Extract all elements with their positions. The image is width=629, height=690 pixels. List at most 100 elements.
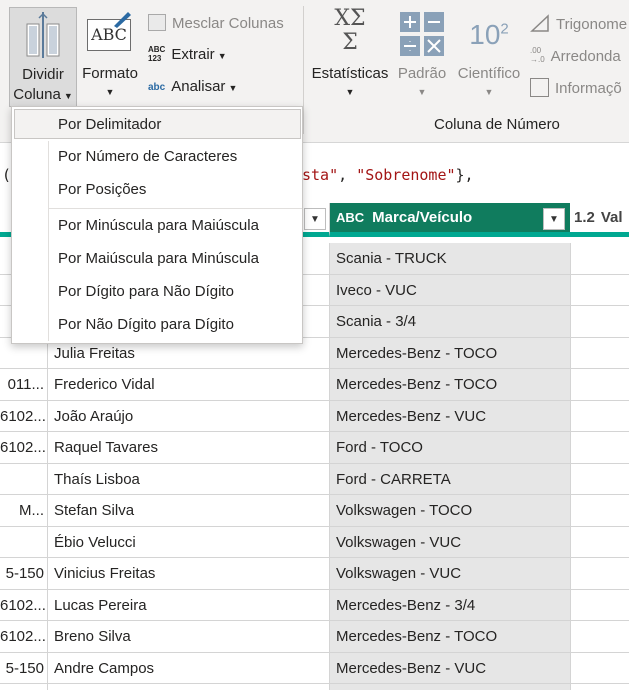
table-cell[interactable]: Mercedes-Benz - TOCO — [336, 621, 568, 652]
table-row[interactable]: Ébio Velucci Volkswagen - VUC — [0, 527, 629, 558]
table-cell[interactable]: 6102... — [0, 590, 46, 621]
table-cell[interactable]: Volkswagen - VUC — [336, 558, 568, 589]
table-cell[interactable]: Andre Campos — [54, 653, 324, 684]
rounding-button[interactable]: .00 →.0 Arredonda — [530, 46, 621, 65]
chevron-down-icon: ▼ — [345, 87, 355, 97]
ribbon-separator — [303, 6, 304, 134]
triangle-icon — [530, 14, 549, 32]
column-header-marca-veiculo[interactable]: ABC Marca/Veículo ▼ — [330, 203, 570, 237]
table-cell[interactable]: 5-150 — [0, 653, 46, 684]
table-row[interactable]: 6102... Raquel Tavares Ford - TOCO — [0, 432, 629, 464]
split-column-menu: Por Delimitador Por Número de Caracteres… — [11, 106, 303, 344]
parse-icon: abc — [148, 82, 166, 93]
column-filter-button[interactable]: ▼ — [304, 208, 326, 230]
table-cell[interactable]: Vinicius Freitas — [54, 558, 324, 589]
table-cell[interactable]: Volkswagen - VUC — [336, 527, 568, 558]
table-cell[interactable]: 6102... — [0, 401, 46, 432]
table-cell[interactable]: 6102... — [0, 621, 46, 652]
table-cell[interactable]: Volkswagen - TOCO — [336, 495, 568, 526]
chevron-down-icon: ▼ — [63, 91, 73, 101]
formula-prefix: ( — [2, 166, 12, 184]
table-cell[interactable]: Frederico Vidal — [54, 369, 324, 400]
table-row[interactable]: 5-150 Vinicius Freitas Volkswagen - VUC — [0, 558, 629, 590]
table-cell[interactable]: 011... — [0, 369, 46, 400]
table-cell[interactable]: 6102... — [0, 432, 46, 463]
table-cell[interactable]: Scania - TRUCK — [336, 243, 568, 274]
chevron-down-icon: ▼ — [217, 51, 227, 61]
table-cell[interactable]: Breno Silva — [54, 621, 324, 652]
extract-button[interactable]: ABC 123 Extrair ▼ — [148, 45, 227, 63]
chevron-down-icon: ▼ — [484, 87, 494, 97]
chevron-down-icon: ▼ — [105, 87, 115, 97]
table-cell[interactable]: Ford - CARRETA — [336, 464, 568, 495]
pen-icon — [114, 12, 131, 28]
menu-item-by-number-of-characters[interactable]: Por Número de Caracteres — [12, 142, 302, 172]
table-row[interactable]: 011... Frederico Vidal Mercedes-Benz - TOC… — [0, 369, 629, 401]
merge-columns-icon — [148, 14, 166, 31]
scientific-button[interactable]: 102 Científico ▼ — [453, 7, 525, 103]
menu-separator — [48, 208, 302, 209]
column-header-valor[interactable]: 1.2 Val — [570, 203, 629, 237]
menu-item-lower-to-upper[interactable]: Por Minúscula para Maiúscula — [12, 211, 302, 241]
table-cell[interactable]: Raquel Tavares — [54, 432, 324, 463]
format-button[interactable]: ABC Formato ▼ — [79, 7, 141, 103]
column-header-label: Val — [600, 209, 623, 226]
scientific-label: Científico — [457, 65, 521, 82]
information-icon — [530, 78, 549, 97]
table-cell[interactable]: Scania - 3/4 — [336, 306, 568, 337]
chevron-down-icon: ▼ — [549, 213, 559, 225]
calculator-icon — [400, 12, 444, 56]
formula-string-1: sta" — [302, 166, 339, 184]
table-cell[interactable]: M... — [0, 495, 46, 526]
table-cell[interactable]: Lucas Pereira — [54, 590, 324, 621]
menu-item-by-positions[interactable]: Por Posições — [12, 175, 302, 205]
table-cell[interactable]: Mercedes-Benz - 3/4 — [336, 590, 568, 621]
trigonometry-button[interactable]: Trigonome — [530, 14, 627, 33]
information-button[interactable]: Informaçõ — [530, 78, 622, 97]
table-cell[interactable]: Mercedes-Benz - VUC — [336, 401, 568, 432]
table-row[interactable]: 6102... Breno Silva Mercedes-Benz - TOCO — [0, 621, 629, 653]
statistics-label: Estatísticas — [311, 65, 389, 82]
table-cell[interactable]: Ébio Velucci — [54, 527, 324, 558]
rounding-icon: .00 →.0 — [530, 46, 545, 64]
table-row[interactable]: 6102... João Araújo Mercedes-Benz - VUC — [0, 401, 629, 432]
parse-button[interactable]: abc Analisar ▼ — [148, 78, 237, 95]
statistics-button[interactable]: ΧΣ Σ Estatísticas ▼ — [310, 7, 390, 103]
table-cell[interactable]: Mercedes-Benz - TOCO — [336, 338, 568, 369]
table-row[interactable]: Thaís Lisboa Ford - CARRETA — [0, 464, 629, 495]
decimal-type-icon: 1.2 — [574, 209, 595, 226]
table-cell[interactable]: 5-150 — [0, 558, 46, 589]
table-row[interactable]: 5-150 Andre Campos Mercedes-Benz - VUC — [0, 653, 629, 684]
formula-suffix: }, — [455, 166, 474, 184]
table-cell[interactable]: Thaís Lisboa — [54, 464, 324, 495]
split-column-label-2: Coluna — [13, 86, 61, 103]
column-filter-button[interactable]: ▼ — [543, 208, 565, 230]
table-cell[interactable]: Ford - TOCO — [336, 432, 568, 463]
table-cell[interactable]: Mercedes-Benz - TOCO — [336, 369, 568, 400]
formula-string-2: "Sobrenome" — [356, 166, 456, 184]
power-icon: 102 — [469, 19, 509, 50]
table-cell[interactable]: João Araújo — [54, 401, 324, 432]
split-column-button[interactable]: Dividir Coluna ▼ — [9, 7, 77, 107]
menu-item-non-digit-to-digit[interactable]: Por Não Dígito para Dígito — [12, 310, 302, 340]
table-cell[interactable]: Iveco - VUC — [336, 275, 568, 306]
split-column-label-1: Dividir — [22, 66, 64, 83]
table-cell[interactable]: Mercedes-Benz - VUC — [336, 653, 568, 684]
table-cell[interactable] — [0, 464, 46, 495]
formula-separator: , — [338, 166, 357, 184]
menu-item-digit-to-non-digit[interactable]: Por Dígito para Não Dígito — [12, 277, 302, 307]
standard-button[interactable]: Padrão ▼ — [393, 7, 451, 103]
merge-columns-button[interactable]: Mesclar Colunas — [148, 14, 284, 32]
chevron-down-icon: ▼ — [310, 213, 320, 225]
table-row[interactable]: 6102... Lucas Pereira Mercedes-Benz - 3/4 — [0, 590, 629, 621]
number-column-group-label: Coluna de Número — [434, 116, 560, 133]
text-type-icon: ABC — [336, 210, 365, 225]
chevron-down-icon: ▼ — [228, 83, 238, 93]
menu-item-by-delimiter[interactable]: Por Delimitador — [14, 109, 301, 139]
menu-item-upper-to-lower[interactable]: Por Maiúscula para Minúscula — [12, 244, 302, 274]
table-row[interactable]: M... Stefan Silva Volkswagen - TOCO — [0, 495, 629, 527]
sigma-icon: ΧΣ Σ — [334, 6, 366, 55]
table-cell[interactable]: Stefan Silva — [54, 495, 324, 526]
chevron-down-icon: ▼ — [417, 87, 427, 97]
table-cell[interactable] — [0, 527, 46, 558]
